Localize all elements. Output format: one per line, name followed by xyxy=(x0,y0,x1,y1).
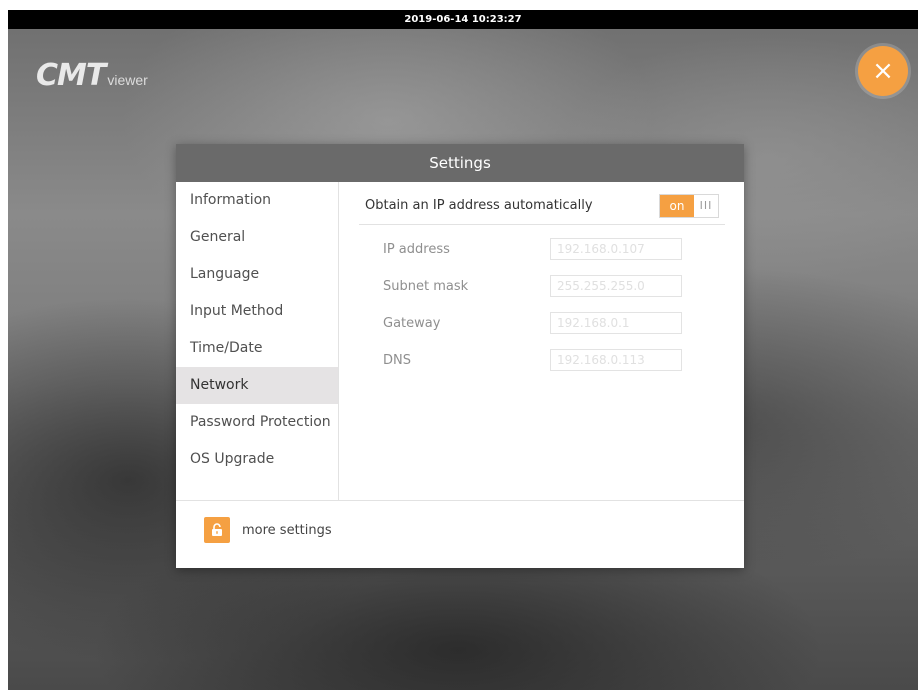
ip-address-label: IP address xyxy=(383,242,450,257)
subnet-mask-input[interactable] xyxy=(550,275,682,297)
dns-label: DNS xyxy=(383,353,411,368)
sidebar-item-general[interactable]: General xyxy=(176,219,338,256)
dhcp-label: Obtain an IP address automatically xyxy=(365,198,593,213)
dhcp-row: Obtain an IP address automatically on II… xyxy=(359,194,725,225)
toggle-off-label: III xyxy=(699,199,713,212)
sidebar-item-label: OS Upgrade xyxy=(190,451,275,467)
gateway-row: Gateway xyxy=(383,312,703,338)
sidebar-item-input-method[interactable]: Input Method xyxy=(176,293,338,330)
sidebar-item-label: Language xyxy=(190,266,260,282)
ip-address-row: IP address xyxy=(383,238,703,264)
subnet-mask-label: Subnet mask xyxy=(383,279,469,294)
close-button[interactable]: × xyxy=(858,46,908,96)
settings-sidebar: Information General Language Input Metho… xyxy=(176,182,339,500)
sidebar-item-label: General xyxy=(190,229,246,245)
dhcp-toggle[interactable]: on III xyxy=(659,194,719,218)
unlock-icon xyxy=(204,517,230,543)
logo-sub-text: viewer xyxy=(107,72,148,88)
sidebar-item-network[interactable]: Network xyxy=(176,367,338,404)
sidebar-item-label: Network xyxy=(190,377,249,393)
network-settings-panel: Obtain an IP address automatically on II… xyxy=(339,182,744,500)
dialog-body: Information General Language Input Metho… xyxy=(176,182,744,501)
gateway-label: Gateway xyxy=(383,316,441,331)
sidebar-item-label: Time/Date xyxy=(190,340,263,356)
sidebar-item-information[interactable]: Information xyxy=(176,182,338,219)
sidebar-item-label: Input Method xyxy=(190,303,284,319)
status-datetime: 2019-06-14 10:23:27 xyxy=(404,14,522,25)
sidebar-item-language[interactable]: Language xyxy=(176,256,338,293)
sidebar-item-label: Password Protection xyxy=(190,414,331,430)
subnet-mask-row: Subnet mask xyxy=(383,275,703,301)
logo-main-text: CMT xyxy=(36,58,106,93)
cmt-viewer-logo: CMT viewer xyxy=(36,58,148,93)
dialog-title: Settings xyxy=(429,154,491,172)
sidebar-item-time-date[interactable]: Time/Date xyxy=(176,330,338,367)
dialog-header: Settings xyxy=(176,144,744,182)
close-icon: × xyxy=(872,56,894,86)
sidebar-item-label: Information xyxy=(190,192,272,208)
toggle-on-label: on xyxy=(660,195,694,217)
dns-row: DNS xyxy=(383,349,703,375)
gateway-input[interactable] xyxy=(550,312,682,334)
dialog-footer: more settings xyxy=(176,501,744,568)
dns-input[interactable] xyxy=(550,349,682,371)
more-settings-label: more settings xyxy=(242,522,332,538)
more-settings-button[interactable]: more settings xyxy=(204,517,332,543)
sidebar-item-os-upgrade[interactable]: OS Upgrade xyxy=(176,441,338,478)
ip-address-input[interactable] xyxy=(550,238,682,260)
status-bar: 2019-06-14 10:23:27 xyxy=(8,10,918,29)
sidebar-item-password-protection[interactable]: Password Protection xyxy=(176,404,338,441)
settings-dialog: Settings Information General Language In… xyxy=(176,144,744,568)
